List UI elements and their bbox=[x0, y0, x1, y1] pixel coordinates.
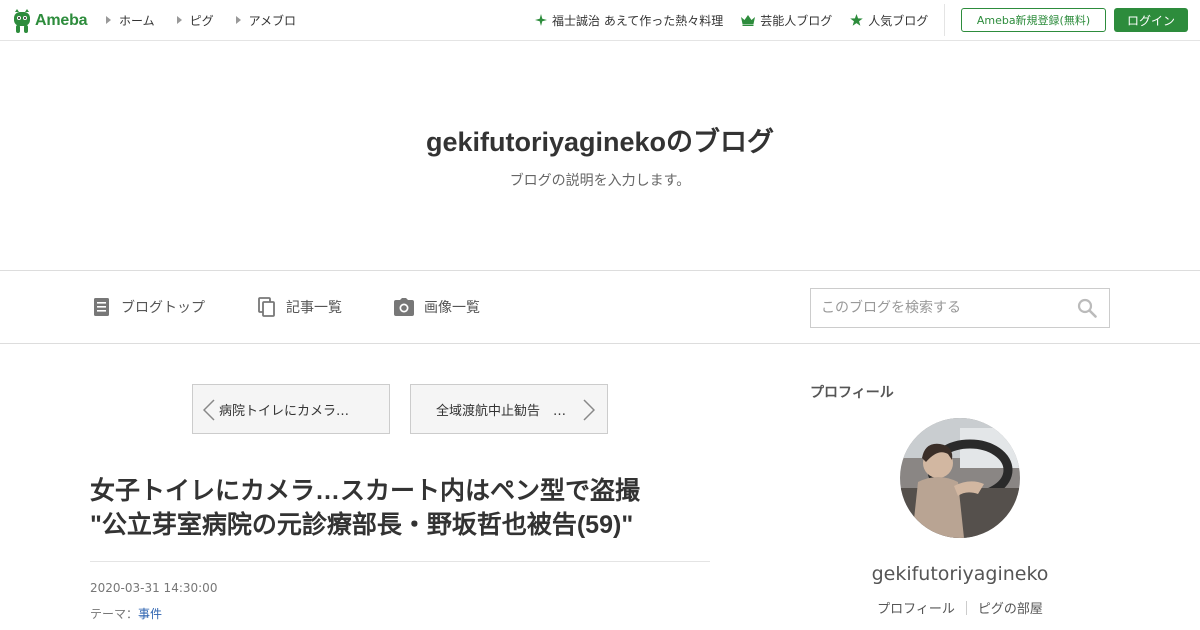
next-article-link[interactable]: 全域渡航中止勧告 … bbox=[410, 384, 608, 434]
blog-nav: ブログトップ 記事一覧 画像一覧 bbox=[0, 270, 1200, 344]
profile-avatar[interactable] bbox=[900, 418, 1020, 538]
article-title-line1: 女子トイレにカメラ…スカート内はペン型で盗撮 bbox=[90, 477, 641, 505]
article-date: 2020-03-31 14:30:00 bbox=[90, 581, 218, 595]
article-theme: テーマ：事件 bbox=[90, 605, 162, 622]
header-divider bbox=[944, 4, 945, 36]
search-icon[interactable] bbox=[1077, 298, 1097, 318]
copy-icon bbox=[258, 297, 275, 317]
chevron-right-icon bbox=[583, 399, 595, 421]
sparkle-icon bbox=[535, 14, 547, 26]
crown-icon bbox=[741, 14, 756, 26]
profile-link[interactable]: プロフィール bbox=[877, 598, 955, 617]
next-article-label: 全域渡航中止勧告 … bbox=[436, 403, 567, 419]
blog-title[interactable]: gekifutoriyaginekoのブログ bbox=[0, 120, 1200, 159]
pigg-room-link[interactable]: ピグの部屋 bbox=[978, 598, 1043, 617]
profile-name[interactable]: gekifutoriyagineko bbox=[810, 563, 1110, 585]
featured-link-label: 福士誠治 あえて作った熱々料理 bbox=[552, 13, 724, 28]
caret-right-icon bbox=[235, 16, 241, 24]
prev-article-label: 病院トイレにカメラ… bbox=[219, 403, 350, 419]
featured-link-celebrity-post[interactable]: 福士誠治 あえて作った熱々料理 bbox=[535, 12, 723, 29]
article-title-line2: "公立芽室病院の元診療部長・野坂哲也被告(59)" bbox=[90, 511, 634, 539]
article-title[interactable]: 女子トイレにカメラ…スカート内はペン型で盗撮 "公立芽室病院の元診療部長・野坂哲… bbox=[90, 474, 710, 542]
featured-link-popular-blogs[interactable]: 人気ブログ bbox=[850, 12, 928, 29]
star-icon bbox=[850, 14, 863, 26]
blog-description: ブログの説明を入力します。 bbox=[509, 173, 691, 189]
profile-links: プロフィール ピグの部屋 bbox=[810, 598, 1110, 617]
blog-nav-top[interactable]: ブログトップ bbox=[93, 297, 205, 317]
blog-nav-label: ブログトップ bbox=[121, 300, 205, 316]
sidebar-profile-heading: プロフィール bbox=[810, 385, 894, 401]
gnav-item-pigg[interactable]: ピグ bbox=[176, 12, 214, 29]
gnav-item-ameblo[interactable]: アメブロ bbox=[235, 12, 297, 29]
caret-right-icon bbox=[176, 16, 182, 24]
logo-text: Ameba bbox=[35, 12, 88, 29]
gnav-item-home[interactable]: ホーム bbox=[106, 12, 155, 29]
blog-nav-label: 画像一覧 bbox=[424, 300, 480, 316]
featured-link-label: 芸能人ブログ bbox=[760, 13, 833, 28]
blog-search bbox=[810, 288, 1110, 328]
blog-search-input[interactable] bbox=[811, 289, 1069, 327]
featured-nav: 福士誠治 あえて作った熱々料理 芸能人ブログ 人気ブログ bbox=[535, 0, 928, 40]
gnav-label: ホーム bbox=[119, 13, 155, 28]
ameba-mascot-icon bbox=[14, 9, 30, 33]
link-separator bbox=[965, 600, 967, 615]
blog-nav-entries[interactable]: 記事一覧 bbox=[258, 297, 342, 317]
gnav-label: ピグ bbox=[189, 13, 214, 28]
register-button[interactable]: Ameba新規登録(無料) bbox=[961, 8, 1106, 32]
login-button[interactable]: ログイン bbox=[1114, 8, 1188, 32]
document-icon bbox=[94, 298, 109, 316]
article-divider bbox=[90, 561, 710, 562]
featured-link-label: 人気ブログ bbox=[868, 13, 929, 28]
global-header: Ameba ホーム ピグ アメブロ 福士誠治 あえて作った熱々料理 芸能人ブログ… bbox=[0, 0, 1200, 41]
gnav-label: アメブロ bbox=[248, 13, 297, 28]
avatar-photo bbox=[900, 418, 1020, 538]
ameba-logo[interactable]: Ameba bbox=[12, 8, 88, 34]
article-theme-link[interactable]: 事件 bbox=[138, 607, 162, 621]
prev-article-link[interactable]: 病院トイレにカメラ… bbox=[192, 384, 390, 434]
blog-nav-label: 記事一覧 bbox=[286, 300, 342, 316]
caret-right-icon bbox=[106, 16, 111, 24]
global-nav: ホーム ピグ アメブロ bbox=[106, 0, 296, 40]
chevron-left-icon bbox=[203, 399, 215, 421]
camera-icon bbox=[394, 298, 414, 316]
blog-nav-images[interactable]: 画像一覧 bbox=[394, 297, 480, 317]
featured-link-celebrity-blogs[interactable]: 芸能人ブログ bbox=[741, 12, 832, 29]
article-theme-label: テーマ： bbox=[90, 607, 139, 621]
